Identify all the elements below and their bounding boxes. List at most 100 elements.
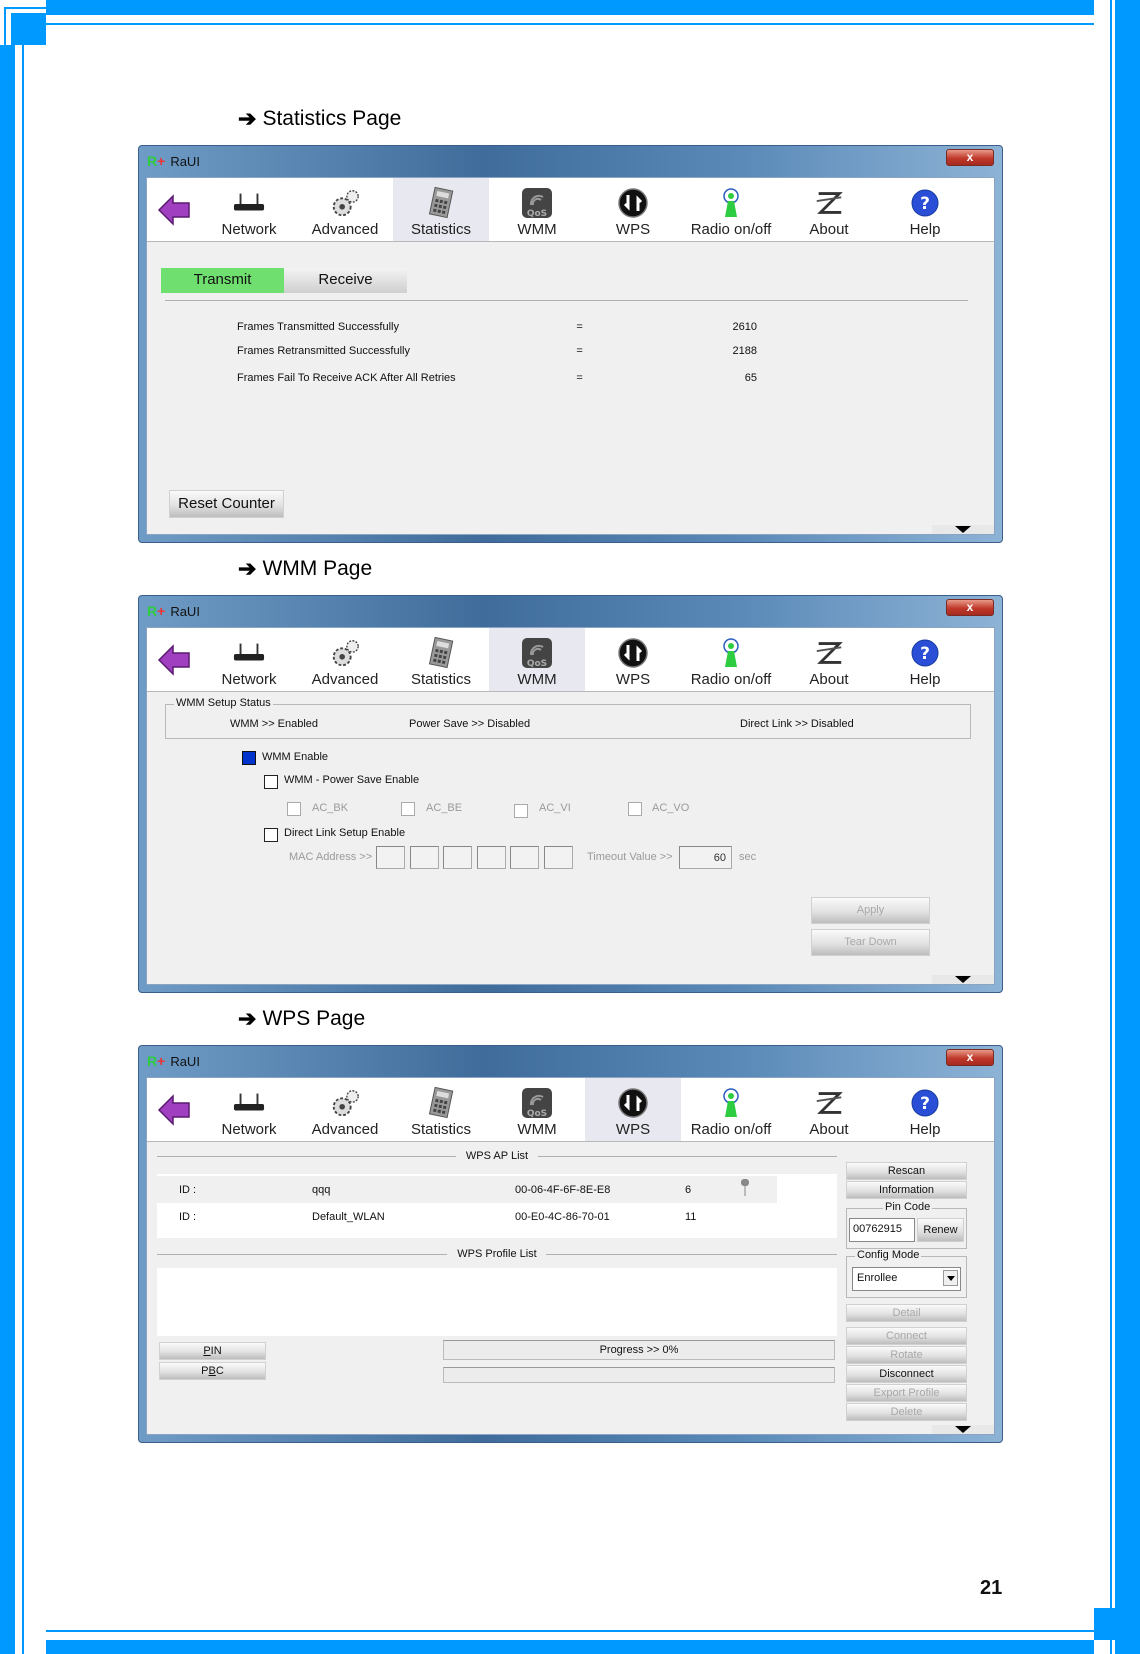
app-logo-icon: R+ [147,603,166,619]
config-mode-group: Config Mode Enrollee [846,1249,967,1298]
svg-text:QoS: QoS [527,209,547,219]
right-arrow-icon: ➔ [238,556,257,581]
toolbar-about[interactable]: About [781,1078,877,1141]
direct-link-enable-checkbox[interactable] [264,828,278,842]
right-arrow-icon: ➔ [238,106,257,131]
back-button[interactable] [147,1078,201,1141]
toolbar-help[interactable]: ? Help [877,628,973,691]
toolbar-advanced[interactable]: Advanced [297,178,393,241]
wmm-enable-checkbox[interactable] [242,751,256,765]
close-button[interactable]: x [946,149,994,166]
toolbar-radio-on-off[interactable]: Radio on/off [681,628,781,691]
toolbar-radio-on-off[interactable]: Radio on/off [681,178,781,241]
mac-address-label: MAC Address >> [289,851,373,863]
toolbar-statistics[interactable]: Statistics [393,1078,489,1141]
power-save-status: Power Save >> Disabled [409,718,531,730]
tab-receive[interactable]: Receive [284,268,407,293]
router-icon [233,637,265,669]
qos-icon: QoS [521,637,553,669]
toolbar-help[interactable]: ? Help [877,178,973,241]
ap-list-row[interactable]: ID : Default_WLAN 00-E0-4C-86-70-01 11 [157,1203,777,1230]
close-button[interactable]: x [946,1049,994,1066]
gears-icon [329,1087,361,1119]
toolbar-advanced[interactable]: Advanced [297,1078,393,1141]
antenna-icon [715,187,747,219]
about-icon [813,1087,845,1119]
lock-key-icon [740,1178,750,1196]
wmm-setup-status-group: WMM Setup Status WMM >> Enabled Power Sa… [165,697,971,739]
timeout-field[interactable]: 60 [679,846,732,869]
toolbar-network[interactable]: Network [201,1078,297,1141]
mac-field[interactable] [410,846,439,869]
apply-button[interactable]: Apply [811,897,930,924]
collapse-arrow-button[interactable] [932,975,994,984]
delete-button[interactable]: Delete [846,1403,967,1421]
toolbar: Network Advanced Statistics QoS WMM WPS Radio … [147,628,994,692]
close-button[interactable]: x [946,599,994,616]
reset-counter-button[interactable]: Reset Counter [169,490,284,518]
pin-code-field[interactable]: 00762915 [849,1218,915,1242]
window-title: RaUI [170,1053,200,1069]
pbc-button[interactable]: PBC [159,1362,266,1380]
mac-field[interactable] [477,846,506,869]
about-icon [813,637,845,669]
title-bar: R+ RaUI x [139,596,1002,626]
ac-bk-checkbox[interactable] [287,802,301,816]
toolbar-wmm[interactable]: QoS WMM [489,178,585,241]
export-profile-button[interactable]: Export Profile [846,1384,967,1402]
mac-field[interactable] [376,846,405,869]
toolbar-wmm[interactable]: QoS WMM [489,628,585,691]
ac-vi-checkbox[interactable] [514,804,528,818]
pin-button[interactable]: PIN [159,1342,266,1360]
about-icon [813,187,845,219]
rescan-button[interactable]: Rescan [846,1162,967,1180]
mac-field[interactable] [544,846,573,869]
wps-ap-list: ID : qqq 00-06-4F-6F-8E-E8 6 ID : Defaul… [157,1174,837,1238]
app-logo-icon: R+ [147,153,166,169]
toolbar-help[interactable]: ? Help [877,1078,973,1141]
detail-button[interactable]: Detail [846,1304,967,1322]
router-icon [233,187,265,219]
tab-transmit[interactable]: Transmit [161,268,284,293]
back-button[interactable] [147,178,201,241]
wps-profile-list[interactable] [157,1268,837,1336]
back-button[interactable] [147,628,201,691]
gears-icon [329,187,361,219]
collapse-arrow-button[interactable] [932,1425,994,1434]
renew-button[interactable]: Renew [917,1218,964,1242]
section-heading-wmm: ➔ WMM Page [238,556,373,581]
toolbar-statistics[interactable]: Statistics [393,178,489,241]
tear-down-button[interactable]: Tear Down [811,929,930,956]
toolbar-wmm[interactable]: QoS WMM [489,1078,585,1141]
toolbar-wps[interactable]: WPS [585,1078,681,1141]
toolbar-about[interactable]: About [781,628,877,691]
stat-row: Frames Retransmitted Successfully = 2188 [237,345,757,357]
toolbar-network[interactable]: Network [201,628,297,691]
toolbar-radio-on-off[interactable]: Radio on/off [681,1078,781,1141]
toolbar-network[interactable]: Network [201,178,297,241]
right-arrow-icon: ➔ [238,1006,257,1031]
toolbar-wps[interactable]: WPS [585,628,681,691]
ap-list-row[interactable]: ID : qqq 00-06-4F-6F-8E-E8 6 [157,1176,777,1203]
rotate-button[interactable]: Rotate [846,1346,967,1364]
disconnect-button[interactable]: Disconnect [846,1365,967,1383]
ac-vo-checkbox[interactable] [628,802,642,816]
power-save-enable-checkbox[interactable] [264,775,278,789]
mac-field[interactable] [443,846,472,869]
connect-button[interactable]: Connect [846,1327,967,1345]
toolbar-statistics[interactable]: Statistics [393,628,489,691]
calculator-icon [425,187,457,219]
wmm-status: WMM >> Enabled [230,718,319,730]
calculator-icon [425,637,457,669]
ac-be-checkbox[interactable] [401,802,415,816]
power-save-enable-label: WMM - Power Save Enable [284,774,420,786]
information-button[interactable]: Information [846,1181,967,1199]
toolbar-about[interactable]: About [781,178,877,241]
toolbar-wps[interactable]: WPS [585,178,681,241]
toolbar-advanced[interactable]: Advanced [297,628,393,691]
stat-row: Frames Fail To Receive ACK After All Ret… [237,372,757,384]
collapse-arrow-button[interactable] [932,525,994,534]
mac-field[interactable] [510,846,539,869]
wps-icon [617,187,649,219]
config-mode-select[interactable]: Enrollee [852,1267,961,1291]
